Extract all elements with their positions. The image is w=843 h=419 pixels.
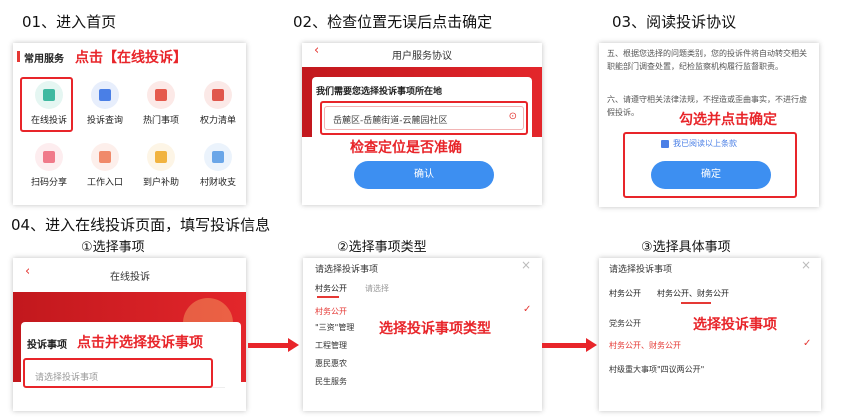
service-tile[interactable]: 村财收支 (192, 143, 244, 188)
category-screenshot: 请选择投诉事项 × 村务公开 请选择 村务公开 "三资"管理 工程管理惠民惠农民生服… (303, 258, 542, 411)
qr-icon (35, 143, 63, 171)
close-icon[interactable]: × (801, 258, 811, 272)
highlight-box (320, 101, 528, 135)
checklist-icon (204, 81, 232, 109)
instruction-note: 勾选并点击确定 (679, 109, 777, 129)
instruction-note: 点击并选择投诉事项 (77, 335, 203, 351)
sheet-title: 请选择投诉事项 (315, 265, 379, 275)
highlight-box (623, 132, 797, 198)
step3-title: 03、阅读投诉协议 (612, 13, 737, 31)
list-item[interactable]: 民生服务 (315, 376, 347, 387)
service-label: 村财收支 (199, 178, 236, 188)
checkmark-icon: ✓ (523, 304, 532, 315)
complaint-screenshot: ‹ 在线投诉 投诉事项 点击并选择投诉事项 请选择投诉事项 (13, 258, 246, 411)
arrow-right-icon (542, 338, 597, 352)
instruction-note: 选择投诉事项 (693, 317, 777, 333)
service-label: 到户补助 (142, 178, 179, 188)
substep2-title: ②选择事项类型 (337, 240, 427, 255)
banner-text: 我们需要您选择投诉事项所在地 (316, 87, 443, 97)
instruction-note: 点击【在线投诉】 (75, 50, 187, 66)
confirm-button[interactable]: 确认 (354, 161, 494, 189)
checkmark-icon: ✓ (803, 338, 812, 349)
service-label: 权力清单 (199, 116, 236, 126)
tab-select[interactable]: 请选择 (365, 283, 389, 294)
list-item[interactable]: 工程管理 (315, 340, 347, 351)
service-tile[interactable]: 投诉查询 (79, 81, 131, 126)
close-icon[interactable]: × (521, 258, 531, 272)
list-item[interactable]: 村务公开 (315, 306, 347, 317)
finance-icon (204, 143, 232, 171)
item-screenshot: 请选择投诉事项 × 村务公开 村务公开、财务公开 选择投诉事项 党务公开 村务公开… (599, 258, 821, 411)
field-label: 投诉事项 (27, 340, 67, 351)
list-item[interactable]: 村级重大事项"四议两公开" (609, 364, 704, 375)
service-tile[interactable]: 扫码分享 (23, 143, 75, 188)
service-label: 投诉查询 (86, 116, 123, 126)
tab-underline (681, 302, 711, 304)
entrance-icon (91, 143, 119, 171)
home-screenshot: 常用服务 点击【在线投诉】 在线投诉 投诉查询 热门事项 权力清单 扫码分享 工作入口 到户… (13, 43, 246, 205)
arrow-right-icon (248, 338, 299, 352)
page-title: 在线投诉 (110, 272, 150, 283)
location-screenshot: ‹ 用户服务协议 我们需要您选择投诉事项所在地 岳麓区-岳麓街道-云麓园社区 ⊙… (302, 43, 542, 205)
substep1-title: ①选择事项 (81, 240, 145, 255)
tab-village-affairs[interactable]: 村务公开 (315, 283, 347, 294)
service-tile[interactable]: 热门事项 (135, 81, 187, 126)
service-label: 扫码分享 (30, 178, 67, 188)
instruction-note: 检查定位是否准确 (350, 140, 462, 156)
sheet-title: 请选择投诉事项 (609, 265, 673, 275)
substep3-title: ③选择具体事项 (641, 240, 731, 255)
tab-affairs-finance[interactable]: 村务公开、财务公开 (657, 288, 729, 299)
list-item[interactable]: 村务公开、财务公开 (609, 340, 681, 351)
section-marker (17, 51, 20, 62)
step4-title: 04、进入在线投诉页面，填写投诉信息 (11, 216, 271, 234)
subsidy-icon (147, 143, 175, 171)
step1-title: 01、进入首页 (22, 13, 117, 31)
service-label: 工作入口 (86, 178, 123, 188)
agreement-clause-5: 五、根据您选择的问题类别，您的投诉件将自动转交相关职能部门调查处置，纪检监察机构… (607, 49, 807, 71)
highlight-box (23, 358, 213, 388)
tab-underline (317, 296, 339, 298)
back-icon[interactable]: ‹ (25, 264, 30, 279)
list-item[interactable]: 惠民惠农 (315, 358, 347, 369)
highlight-box (20, 77, 73, 132)
section-heading: 常用服务 (24, 54, 64, 65)
tab-village-affairs[interactable]: 村务公开 (609, 288, 641, 299)
list-item[interactable]: "三资"管理 (315, 322, 354, 333)
service-tile[interactable]: 工作入口 (79, 143, 131, 188)
service-tile[interactable]: 权力清单 (192, 81, 244, 126)
instruction-note: 选择投诉事项类型 (379, 321, 491, 337)
agreement-screenshot: 五、根据您选择的问题类别，您的投诉件将自动转交相关职能部门调查处置，纪检监察机构… (599, 43, 819, 207)
back-icon[interactable]: ‹ (314, 43, 319, 58)
page-title: 用户服务协议 (392, 51, 452, 62)
step2-title: 02、检查位置无误后点击确定 (293, 13, 493, 31)
fire-icon (147, 81, 175, 109)
list-item[interactable]: 党务公开 (609, 318, 641, 329)
service-label: 热门事项 (142, 116, 179, 126)
service-tile[interactable]: 到户补助 (135, 143, 187, 188)
query-icon (91, 81, 119, 109)
